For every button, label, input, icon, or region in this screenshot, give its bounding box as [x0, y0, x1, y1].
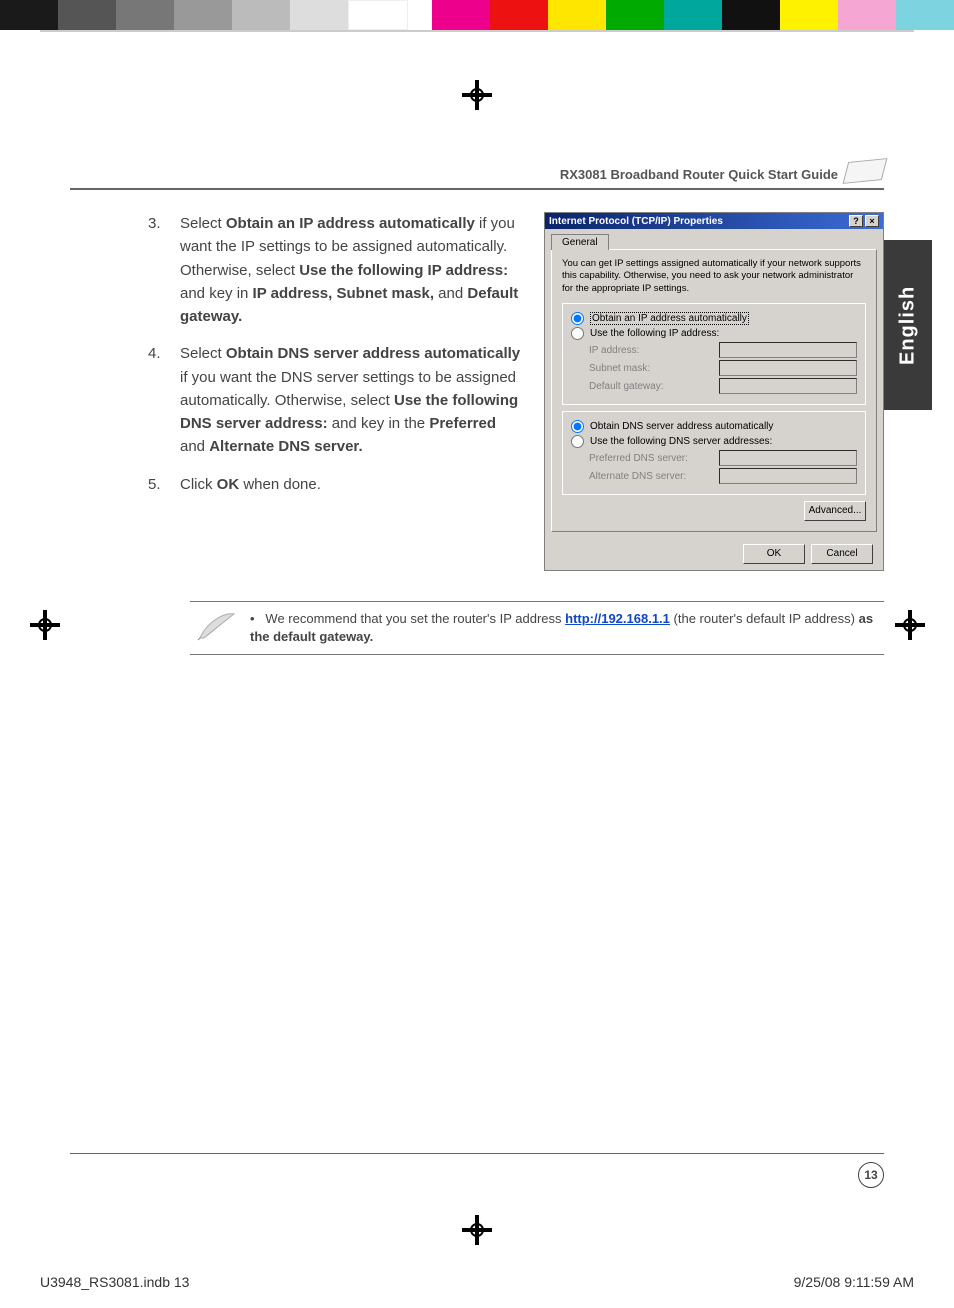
note-quill-icon [196, 610, 236, 642]
ip-address-label: IP address: [589, 345, 709, 356]
preferred-dns-label: Preferred DNS server: [589, 453, 709, 464]
dialog-panel: You can get IP settings assigned automat… [551, 249, 877, 532]
radio-dns-auto-label: Obtain DNS server address automatically [590, 421, 773, 432]
swatch [348, 0, 408, 30]
instruction-text-run: and key in [180, 285, 253, 302]
subnet-mask-label: Subnet mask: [589, 363, 709, 374]
running-header: RX3081 Broadband Router Quick Start Guid… [70, 130, 884, 190]
instruction-number: 3. [148, 212, 161, 235]
swatch [490, 0, 548, 30]
registration-mark-icon [462, 80, 492, 110]
tcpip-properties-dialog: Internet Protocol (TCP/IP) Properties ? … [544, 212, 884, 571]
bleed-footer: U3948_RS3081.indb 13 9/25/08 9:11:59 AM [40, 1274, 914, 1290]
ip-address-field[interactable] [719, 342, 857, 358]
swatch [0, 0, 58, 30]
close-button[interactable]: × [865, 215, 879, 227]
printer-color-bar [0, 0, 954, 30]
cancel-button[interactable]: Cancel [811, 544, 873, 564]
radio-ip-manual-label: Use the following IP address: [590, 328, 719, 339]
preferred-dns-field[interactable] [719, 450, 857, 466]
note-pre: We recommend that you set the router's I… [265, 611, 565, 626]
swatch [838, 0, 896, 30]
registration-mark-icon [30, 610, 60, 640]
radio-dns-manual-label: Use the following DNS server addresses: [590, 436, 772, 447]
router-ip-link[interactable]: http://192.168.1.1 [565, 611, 670, 626]
instruction-text-run: when done. [239, 476, 321, 493]
instruction-text-run: Select [180, 345, 226, 362]
default-gateway-label: Default gateway: [589, 381, 709, 392]
instruction-text-run: IP address, Subnet mask, [253, 285, 434, 302]
note-block: • We recommend that you set the router's… [190, 601, 884, 655]
radio-dns-auto[interactable] [571, 420, 584, 433]
router-icon [843, 158, 888, 184]
help-button[interactable]: ? [849, 215, 863, 227]
instruction-text-run: and [180, 438, 209, 455]
alternate-dns-label: Alternate DNS server: [589, 471, 709, 482]
swatch [174, 0, 232, 30]
instruction-text-run: and [434, 285, 467, 302]
ok-button[interactable]: OK [743, 544, 805, 564]
instruction-item: 4. Select Obtain DNS server address autom… [148, 342, 522, 458]
swatch [780, 0, 838, 30]
swatch [290, 0, 348, 30]
instruction-list: 3. Select Obtain an IP address automatica… [70, 212, 522, 571]
ip-group: Obtain an IP address automatically Use t… [562, 303, 866, 405]
language-tab: English [884, 240, 932, 410]
registration-mark-icon [462, 1215, 492, 1245]
instruction-text-run: Obtain an IP address automatically [226, 215, 475, 232]
dialog-titlebar: Internet Protocol (TCP/IP) Properties ? … [545, 213, 883, 229]
swatch [896, 0, 954, 30]
instruction-text-run: Select [180, 215, 226, 232]
swatch [232, 0, 290, 30]
instruction-text-run: Obtain DNS server address automatically [226, 345, 520, 362]
instruction-text-run: Click [180, 476, 217, 493]
note-bullet: • [250, 611, 255, 626]
swatch [116, 0, 174, 30]
page-number: 13 [858, 1162, 884, 1188]
instruction-text-run: and key in the [328, 415, 430, 432]
radio-dns-manual[interactable] [571, 435, 584, 448]
dialog-title: Internet Protocol (TCP/IP) Properties [549, 216, 723, 227]
swatch [664, 0, 722, 30]
running-header-title: RX3081 Broadband Router Quick Start Guid… [560, 167, 838, 182]
tab-strip: General [545, 229, 883, 249]
radio-ip-manual[interactable] [571, 327, 584, 340]
instruction-item: 3. Select Obtain an IP address automatica… [148, 212, 522, 328]
instruction-text-run: Use the following IP address: [299, 262, 508, 279]
dns-group: Obtain DNS server address automatically … [562, 411, 866, 495]
instruction-number: 5. [148, 473, 161, 496]
dialog-intro-text: You can get IP settings assigned automat… [562, 258, 866, 295]
instruction-text-run: OK [217, 476, 240, 493]
radio-ip-auto-label: Obtain an IP address automatically [590, 312, 749, 325]
alternate-dns-field[interactable] [719, 468, 857, 484]
radio-ip-auto[interactable] [571, 312, 584, 325]
swatch [606, 0, 664, 30]
bleed-file: U3948_RS3081.indb 13 [40, 1274, 189, 1290]
registration-mark-icon [895, 610, 925, 640]
swatch [58, 0, 116, 30]
guide-line [40, 30, 914, 32]
instruction-text-run: Alternate DNS server. [209, 438, 362, 455]
instruction-item: 5. Click OK when done. [148, 473, 522, 496]
swatch [432, 0, 490, 30]
instruction-text-run: Preferred [429, 415, 496, 432]
subnet-mask-field[interactable] [719, 360, 857, 376]
page-content: RX3081 Broadband Router Quick Start Guid… [70, 130, 884, 1188]
tab-general[interactable]: General [551, 234, 609, 250]
note-post: (the router's default IP address) [674, 611, 859, 626]
swatch [722, 0, 780, 30]
swatch [548, 0, 606, 30]
default-gateway-field[interactable] [719, 378, 857, 394]
page-footer: 13 [70, 1153, 884, 1188]
note-text: • We recommend that you set the router's… [250, 610, 878, 646]
instruction-number: 4. [148, 342, 161, 365]
advanced-button[interactable]: Advanced... [804, 501, 866, 521]
bleed-timestamp: 9/25/08 9:11:59 AM [794, 1274, 914, 1290]
